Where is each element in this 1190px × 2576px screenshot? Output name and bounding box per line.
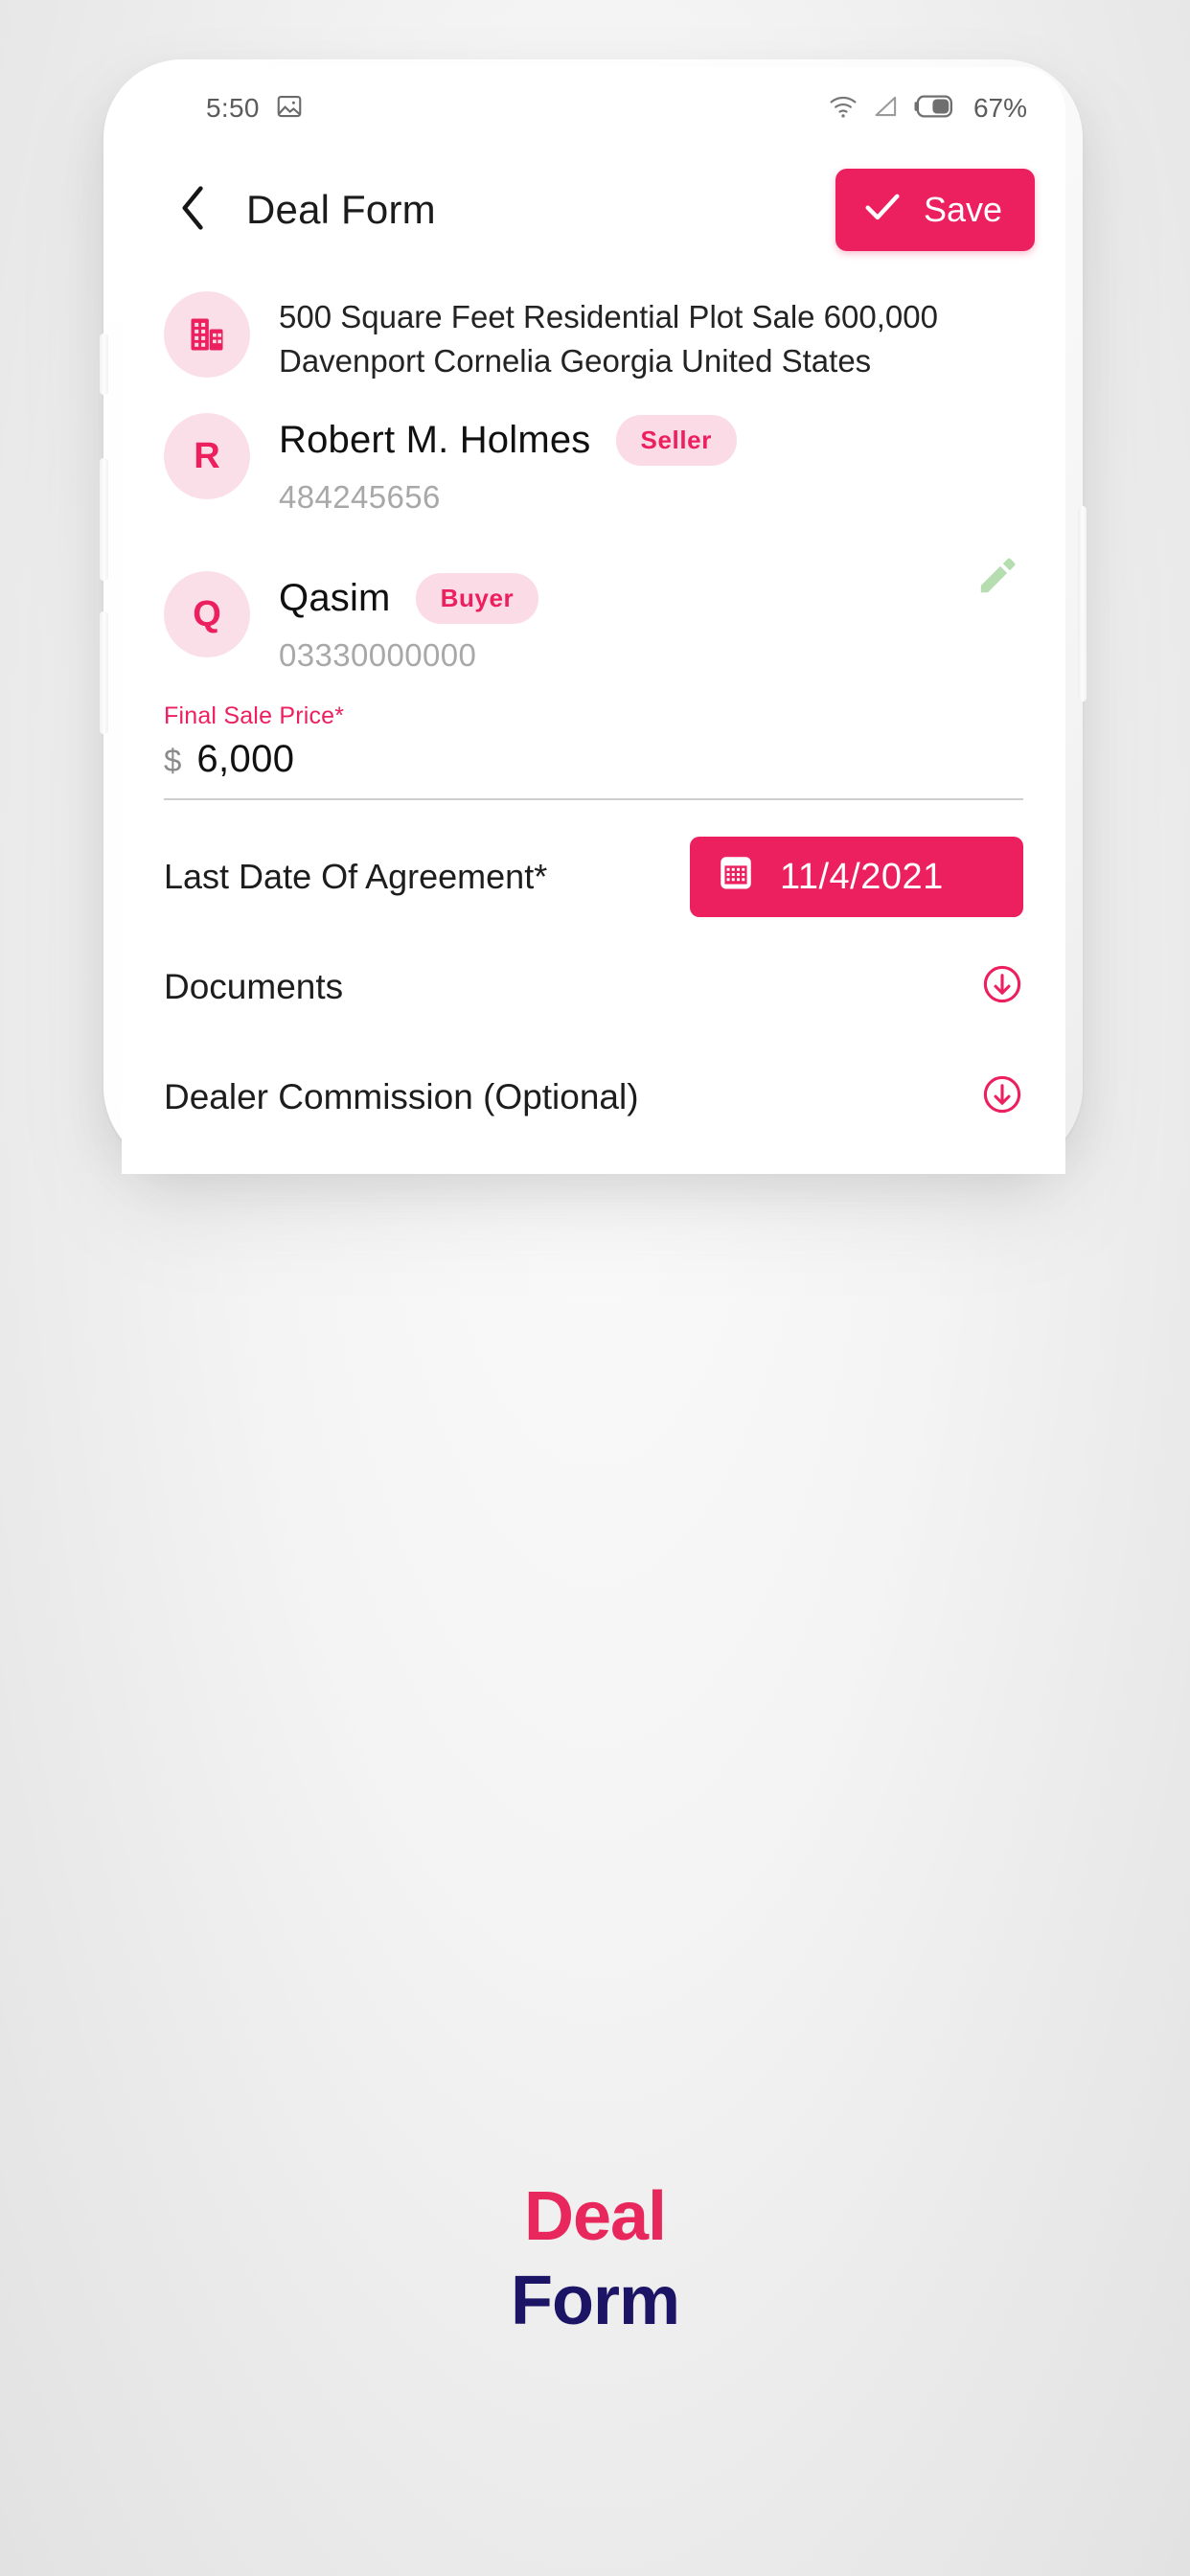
party-row-seller[interactable]: R Robert M. Holmes Seller 484245656: [122, 388, 1065, 516]
expand-documents-button[interactable]: [981, 963, 1023, 1010]
form-content: 500 Square Feet Residential Plot Sale 60…: [122, 270, 1065, 1120]
party-details: Qasim Buyer 03330000000: [279, 571, 1023, 674]
building-icon: [164, 291, 250, 378]
signal-triangle-icon: [872, 94, 901, 124]
agreement-date-label: Last Date Of Agreement*: [164, 857, 548, 897]
expand-dealer-commission-button[interactable]: [981, 1073, 1023, 1120]
final-sale-price-value-row: $ 6,000: [164, 730, 1023, 798]
final-sale-price-field[interactable]: Final Sale Price* $ 6,000: [122, 674, 1065, 801]
app-header: Deal Form Save: [122, 150, 1065, 270]
date-picker-value: 11/4/2021: [780, 856, 944, 897]
battery-percent: 67%: [973, 93, 1027, 123]
image-icon: [275, 92, 304, 126]
save-button[interactable]: Save: [835, 169, 1035, 251]
chevron-left-icon: [174, 183, 213, 238]
party-details: Robert M. Holmes Seller 484245656: [279, 413, 1023, 516]
avatar-initial: R: [194, 435, 220, 476]
section-label-documents: Documents: [164, 966, 344, 1006]
wifi-icon: [828, 94, 858, 124]
calendar-icon: [717, 852, 755, 902]
property-summary-row[interactable]: 500 Square Feet Residential Plot Sale 60…: [122, 270, 1065, 388]
pencil-icon: [973, 558, 1023, 604]
section-row-dealer-commission[interactable]: Dealer Commission (Optional): [122, 1010, 1065, 1120]
section-row-documents[interactable]: Documents: [122, 917, 1065, 1010]
device-volume-down-button[interactable]: [100, 611, 108, 734]
status-bar-right: 67%: [828, 93, 1027, 124]
device-button-left-top[interactable]: [100, 334, 108, 395]
currency-symbol: $: [164, 743, 182, 779]
save-button-label: Save: [923, 190, 1002, 229]
status-bar: 5:50 67%: [122, 67, 1065, 150]
party-phone: 484245656: [279, 479, 441, 516]
party-name-line: Qasim Buyer: [279, 573, 1023, 625]
device-power-button[interactable]: [1078, 506, 1087, 702]
caption: Deal Form: [0, 2175, 1190, 2344]
circle-arrow-down-icon: [981, 1075, 1023, 1119]
status-bar-left: 5:50: [206, 92, 304, 126]
edit-buyer-button[interactable]: [973, 550, 1023, 605]
party-row-buyer[interactable]: Q Qasim Buyer 03330000000: [122, 516, 1065, 674]
caption-line-2: Form: [511, 2262, 680, 2339]
party-phone: 03330000000: [279, 637, 477, 674]
avatar: R: [164, 413, 250, 500]
phone-screen: 5:50 67% Deal Form Save 500 Square Feet …: [122, 67, 1065, 1174]
party-name: Qasim: [279, 577, 391, 620]
device-volume-up-button[interactable]: [100, 458, 108, 581]
final-sale-price-input[interactable]: 6,000: [196, 738, 294, 781]
back-button[interactable]: [162, 178, 225, 242]
avatar-initial: Q: [193, 593, 221, 634]
date-picker-button[interactable]: 11/4/2021: [690, 837, 1023, 918]
avatar: Q: [164, 571, 250, 658]
status-badge: Buyer: [415, 573, 539, 625]
page-title: Deal Form: [246, 187, 436, 232]
status-badge: Seller: [615, 415, 737, 467]
section-label-dealer-commission: Dealer Commission (Optional): [164, 1076, 639, 1116]
party-name-line: Robert M. Holmes Seller: [279, 415, 1023, 467]
caption-line-1: Deal: [523, 2178, 667, 2255]
status-time: 5:50: [206, 93, 260, 123]
agreement-date-row: Last Date Of Agreement* 11/4/2021: [122, 800, 1065, 918]
battery-icon: [914, 94, 956, 124]
party-name: Robert M. Holmes: [279, 419, 591, 462]
circle-arrow-down-icon: [981, 965, 1023, 1009]
final-sale-price-label: Final Sale Price*: [164, 702, 345, 730]
check-icon: [862, 190, 903, 231]
property-description: 500 Square Feet Residential Plot Sale 60…: [279, 299, 938, 379]
